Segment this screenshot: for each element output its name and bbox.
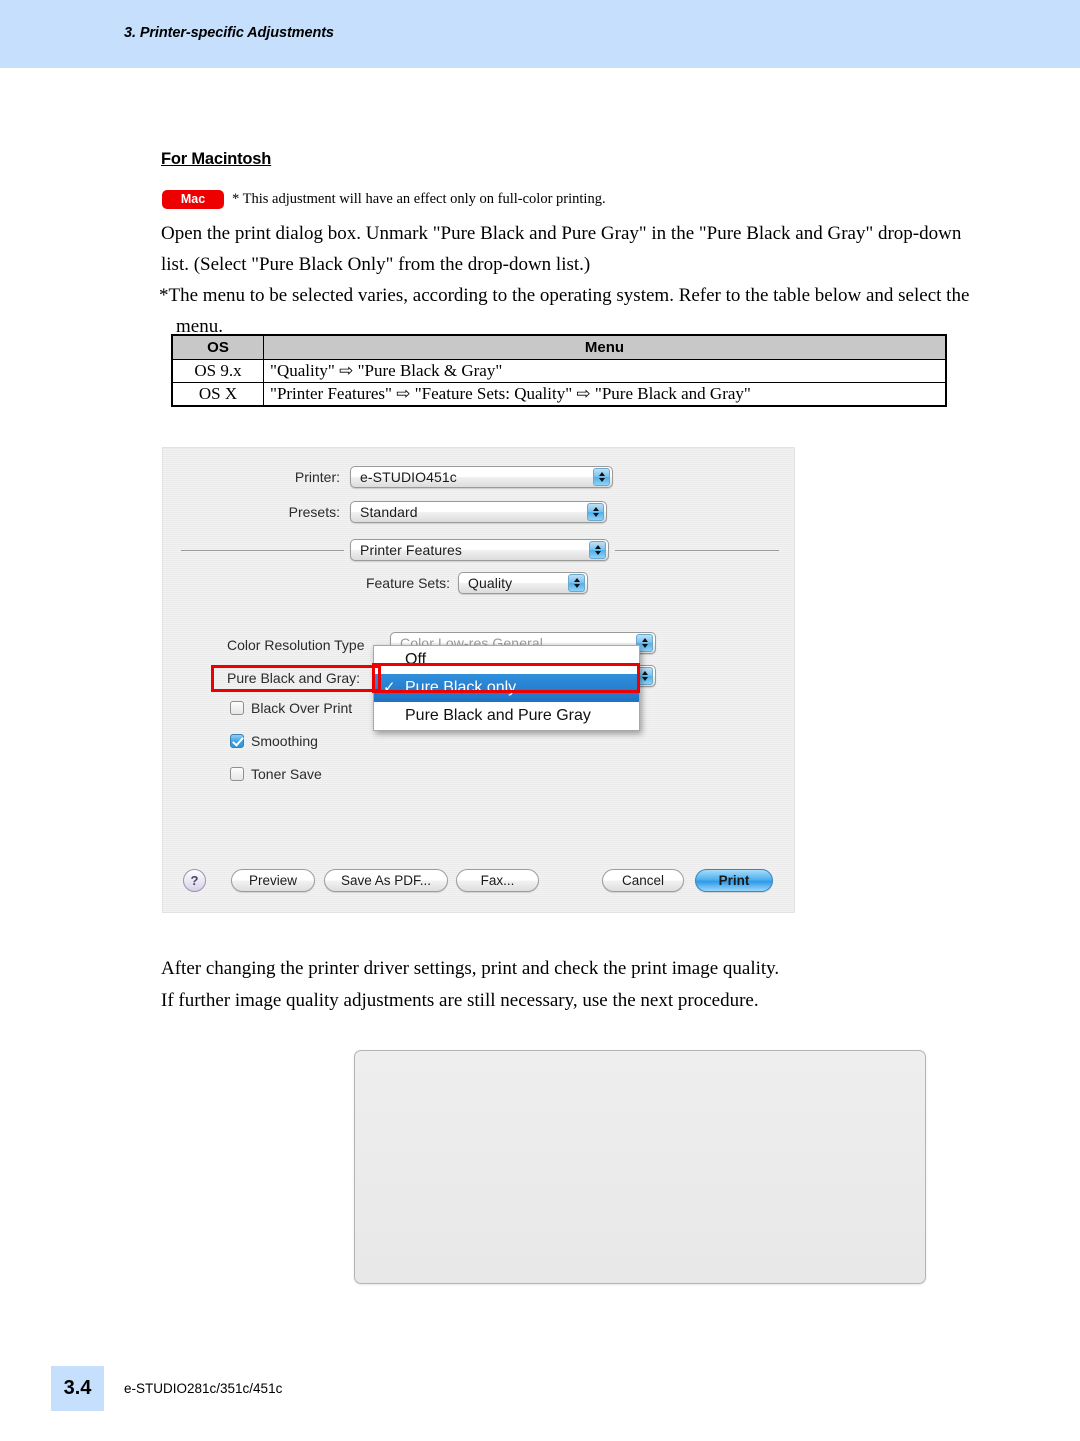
chevron-updown-icon [589, 541, 606, 559]
black-over-print-label: Black Over Print [251, 700, 353, 716]
toner-save-checkbox-row[interactable]: Toner Save [230, 766, 322, 782]
printer-label: Printer: [294, 469, 340, 485]
printer-popup-value: e-STUDIO451c [360, 469, 457, 485]
presets-row: Presets: Standard [162, 501, 632, 523]
toner-save-label: Toner Save [251, 766, 322, 782]
smoothing-label: Smoothing [251, 733, 318, 749]
instruction-line-1: Open the print dialog box. Unmark "Pure … [161, 223, 962, 244]
os-menu-table: OS Menu OS 9.x "Quality" ⇨ "Pure Black &… [171, 334, 947, 407]
help-button[interactable]: ? [183, 869, 206, 892]
mac-platform-badge: Mac [162, 190, 224, 209]
checkbox-unchecked-icon[interactable] [230, 701, 244, 715]
table-cell-menu: "Printer Features" ⇨ "Feature Sets: Qual… [263, 382, 947, 407]
feature-sets-value: Quality [468, 575, 513, 591]
pane-selector-popup-button[interactable]: Printer Features [350, 539, 609, 561]
feature-sets-label: Feature Sets: [365, 575, 450, 591]
closing-line-1: After changing the printer driver settin… [161, 958, 780, 979]
checkbox-unchecked-icon[interactable] [230, 767, 244, 781]
dropdown-item-off[interactable]: Off [374, 646, 639, 674]
color-resolution-type-label: Color Resolution Type [227, 637, 365, 653]
instruction-line-2: list. (Select "Pure Black Only" from the… [161, 254, 591, 275]
table-header-row: OS Menu [171, 334, 947, 360]
chevron-updown-icon [593, 468, 610, 486]
preview-button[interactable]: Preview [231, 869, 315, 892]
table-cell-os: OS 9.x [171, 359, 264, 383]
save-as-pdf-button[interactable]: Save As PDF... [324, 869, 448, 892]
pane-separator-right [615, 550, 779, 551]
print-button[interactable]: Print [695, 869, 773, 892]
pane-selector-value: Printer Features [360, 542, 462, 558]
pure-black-and-gray-dropdown-menu[interactable]: Off ✓ Pure Black only Pure Black and Pur… [373, 645, 640, 731]
cancel-button[interactable]: Cancel [602, 869, 684, 892]
table-cell-os: OS X [171, 382, 264, 407]
section-heading: For Macintosh [161, 150, 272, 168]
table-header-os: OS [171, 334, 264, 360]
dropdown-item-pure-black-and-pure-gray[interactable]: Pure Black and Pure Gray [374, 702, 639, 730]
footer-model-name: e-STUDIO281c/351c/451c [124, 1381, 283, 1396]
dropdown-item-label: Pure Black and Pure Gray [405, 707, 591, 724]
smoothing-checkbox-row[interactable]: Smoothing [230, 733, 318, 749]
dropdown-item-label: Off [405, 651, 427, 668]
table-row: OS 9.x "Quality" ⇨ "Pure Black & Gray" [171, 359, 947, 383]
pane-separator-left [181, 550, 344, 551]
table-header-menu: Menu [263, 334, 947, 360]
chevron-updown-icon [587, 503, 604, 521]
note-line-1: *The menu to be selected varies, accordi… [159, 285, 970, 306]
dropdown-item-label: Pure Black only [405, 679, 517, 696]
dropdown-item-pure-black-only[interactable]: ✓ Pure Black only [374, 674, 639, 702]
footer-page-number: 3.4 [51, 1366, 104, 1411]
printer-popup-button[interactable]: e-STUDIO451c [350, 466, 613, 488]
running-header-title: 3. Printer-specific Adjustments [124, 25, 334, 41]
presets-label: Presets: [288, 504, 340, 520]
checkmark-icon: ✓ [383, 679, 396, 696]
fax-button[interactable]: Fax... [456, 869, 539, 892]
table-cell-menu: "Quality" ⇨ "Pure Black & Gray" [263, 359, 947, 383]
printer-row: Printer: e-STUDIO451c [162, 466, 632, 488]
presets-popup-value: Standard [360, 504, 418, 520]
checkbox-checked-icon[interactable] [230, 734, 244, 748]
chevron-updown-icon [568, 574, 585, 592]
black-over-print-checkbox-row[interactable]: Black Over Print [230, 700, 352, 716]
table-row: OS X "Printer Features" ⇨ "Feature Sets:… [171, 382, 947, 407]
feature-sets-row: Feature Sets: Quality [162, 572, 632, 594]
mac-badge-note: * This adjustment will have an effect on… [232, 191, 606, 207]
printer-features-panel [354, 1050, 926, 1284]
presets-popup-button[interactable]: Standard [350, 501, 607, 523]
feature-sets-popup-button[interactable]: Quality [458, 572, 588, 594]
pure-black-and-gray-label: Pure Black and Gray: [227, 670, 361, 686]
closing-line-2: If further image quality adjustments are… [161, 990, 759, 1011]
